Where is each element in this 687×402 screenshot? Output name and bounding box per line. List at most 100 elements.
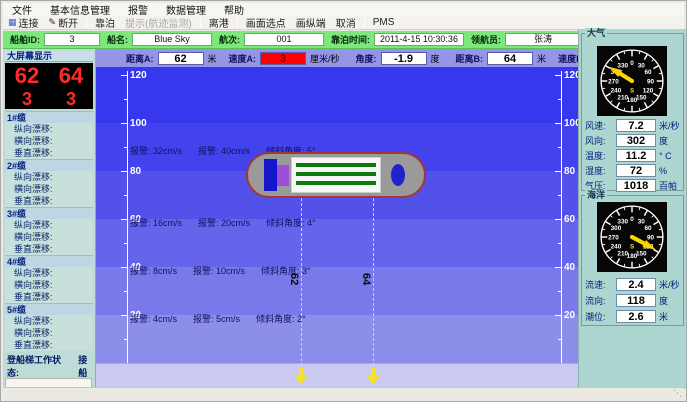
svg-text:S: S [630, 87, 634, 94]
svg-text:240: 240 [611, 244, 622, 251]
svg-text:330: 330 [617, 62, 628, 69]
wind-speed-row: 风速: 7.2 米/秒 [582, 118, 683, 133]
lateral-drift-row: 横向漂移: [5, 279, 93, 291]
alarm-threshold-line: 报警: 4cm/s报警: 5cm/s倾斜角度: 2° [130, 312, 322, 325]
warn-threshold: 报警: 8cm/s [130, 266, 177, 276]
warn-threshold: 报警: 4cm/s [130, 314, 177, 324]
current-speed-label: 流速: [585, 278, 613, 291]
depart-button[interactable]: 离港 [204, 16, 234, 29]
axis-mark [558, 243, 561, 244]
grid-icon: ▦ [8, 18, 17, 27]
longitudinal-drift-row: 纵向漂移: [5, 123, 93, 135]
angle-label: 角度: [356, 52, 377, 65]
pms-button[interactable]: PMS [368, 16, 400, 29]
humidity-value[interactable]: 72 [616, 164, 656, 177]
svg-text:270: 270 [608, 78, 619, 85]
gangway-status-label: 登船梯工作状态: [7, 353, 68, 379]
axis-mark [124, 99, 127, 100]
svg-text:240: 240 [611, 88, 622, 95]
toolbar-separator [237, 17, 238, 28]
sensor-b-arrow-icon [366, 367, 380, 385]
speed-a-value[interactable]: 3 [260, 52, 306, 65]
wind-direction-unit: 度 [659, 134, 668, 147]
svg-text:270: 270 [608, 234, 619, 241]
big-screen-display-title: 大屏幕显示 [5, 51, 93, 62]
berth-time-input[interactable]: 2011-4-15 10:30:36 [374, 33, 464, 46]
svg-text:210: 210 [617, 94, 628, 101]
distance-b-field: 距离B: 64 米 [456, 52, 547, 65]
longitudinal-drift-row: 纵向漂移: [5, 267, 93, 279]
connect-button[interactable]: ▦ 连接 [3, 16, 44, 29]
berth-button[interactable]: 靠泊 [90, 16, 120, 29]
axis-mark: 80 [130, 167, 141, 177]
speed-a-field: 速度A: 3 厘米/秒 [229, 52, 340, 65]
current-speed-row: 流速: 2.4 米/秒 [582, 276, 683, 292]
wind-speed-label: 风速: [585, 119, 613, 132]
current-direction-value[interactable]: 118 [616, 294, 656, 307]
current-direction-row: 流向: 118 度 [582, 292, 683, 308]
connect-label: 连接 [19, 15, 39, 30]
tilt-threshold: 倾斜角度: 4° [266, 218, 316, 228]
axis-mark: 120 [564, 71, 578, 81]
axis-mark [124, 243, 127, 244]
axis-mark [558, 291, 561, 292]
svg-text:60: 60 [645, 69, 653, 76]
axis-mark [121, 75, 127, 76]
humidity-unit: % [659, 166, 667, 176]
pick-screen-points-button[interactable]: 画面选点 [241, 16, 291, 29]
sensor-a-arrow-icon [294, 367, 308, 385]
humidity-row: 湿度: 72 % [582, 163, 683, 178]
cable-group-header: 4#缆 [5, 255, 93, 267]
axis-mark [561, 71, 562, 363]
axis-mark: 100 [130, 119, 147, 129]
hint-track-monitor-button[interactable]: 提示(航迹监测) [120, 16, 197, 29]
axis-mark [121, 315, 127, 316]
pilot-label: 领航员: [471, 33, 501, 46]
longitudinal-drift-row: 纵向漂移: [5, 315, 93, 327]
lateral-drift-row: 横向漂移: [5, 183, 93, 195]
ship-name-label: 船名: [107, 33, 128, 46]
left-panel: 大屏幕显示 62 64 3 3 1#缆 纵向漂移: 横向漂移: 垂直漂移: 2#… [3, 49, 96, 389]
axis-mark [555, 171, 561, 172]
cable-group-3: 3#缆 纵向漂移: 横向漂移: 垂直漂移: [5, 207, 93, 255]
svg-text:90: 90 [647, 234, 655, 241]
pilot-input[interactable]: 张涛 [505, 33, 581, 46]
resize-grip-icon[interactable]: ⋱ [673, 388, 682, 399]
ship-bow-tank [391, 164, 405, 186]
axis-mark [558, 339, 561, 340]
axis-mark [121, 171, 127, 172]
ship-name-input[interactable]: Blue Sky [132, 33, 212, 46]
temperature-row: 温度: 11.2 ° C [582, 148, 683, 163]
cable-group-header: 2#缆 [5, 159, 93, 171]
svg-text:90: 90 [647, 78, 655, 85]
disconnect-label: 断开 [58, 15, 78, 30]
atmosphere-group: 大气 0306090120150180210240270300330S 风速: … [581, 33, 684, 191]
hold-stripe [296, 163, 376, 167]
draw-end-button[interactable]: 画纵端 [291, 16, 331, 29]
vertical-drift-row: 垂直漂移: [5, 147, 93, 159]
angle-value[interactable]: -1.9 [381, 52, 427, 65]
axis-mark [127, 71, 128, 363]
status-bar: ⋱ [3, 387, 684, 399]
ship-id-input[interactable]: 3 [44, 33, 100, 46]
tide-level-unit: 米 [659, 310, 668, 323]
cancel-button[interactable]: 取消 [331, 16, 361, 29]
gangway-status-value: 接船 [78, 353, 95, 379]
voyage-input[interactable]: 001 [244, 33, 324, 46]
ship-name-field: 船名: Blue Sky [107, 33, 212, 46]
current-speed-unit: 米/秒 [659, 278, 680, 291]
temperature-value[interactable]: 11.2 [616, 149, 656, 162]
pressure-value[interactable]: 1018 [616, 179, 656, 192]
current-speed-value[interactable]: 2.4 [616, 278, 656, 291]
distance-a-marker: 62 [288, 273, 300, 285]
disconnect-button[interactable]: ✎ 断开 [44, 16, 84, 29]
distance-a-value[interactable]: 62 [158, 52, 204, 65]
tide-level-value[interactable]: 2.6 [616, 310, 656, 323]
distance-b-value[interactable]: 64 [487, 52, 533, 65]
wind-direction-value[interactable]: 302 [616, 134, 656, 147]
svg-text:180: 180 [627, 97, 638, 104]
axis-mark: 80 [564, 167, 575, 177]
vertical-drift-row: 垂直漂移: [5, 291, 93, 303]
wind-speed-value[interactable]: 7.2 [616, 119, 656, 132]
distance-b-marker: 64 [360, 273, 372, 285]
